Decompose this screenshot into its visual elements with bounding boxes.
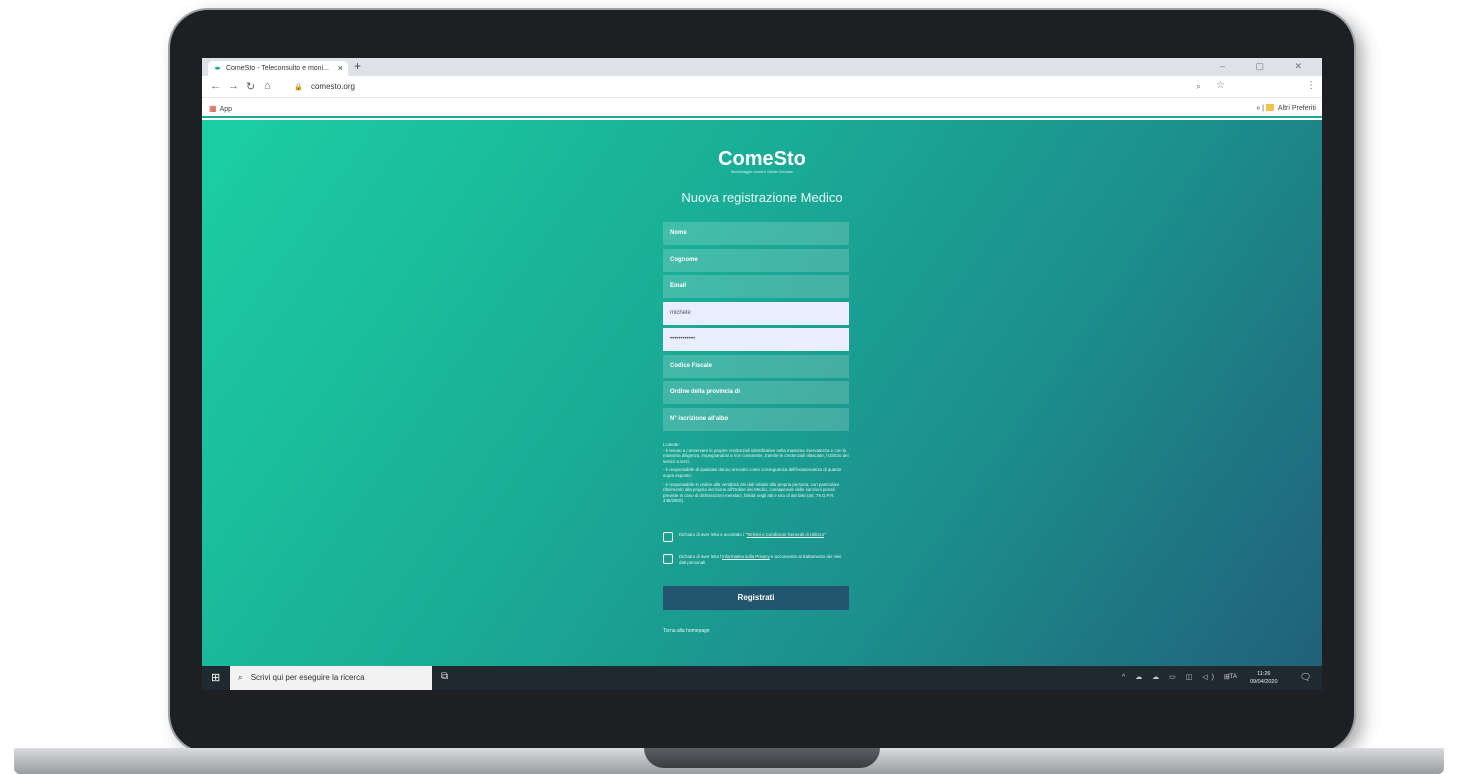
browser-tab[interactable]: ◂▸ ComeSto - Teleconsulto e moni... × xyxy=(208,61,348,76)
apps-icon: ▦ xyxy=(209,104,217,113)
logo-subtitle: Monitoraggio cronici e Salute Circolare xyxy=(731,170,793,174)
back-to-homepage-link[interactable]: Torna alla homepage xyxy=(663,628,710,634)
reload-icon[interactable]: ↻ xyxy=(246,80,255,93)
form-title: Nuova registrazione Medico xyxy=(681,190,843,205)
registration-page: ComeSto Monitoraggio cronici e Salute Ci… xyxy=(202,120,1322,666)
taskbar-clock[interactable]: 11:26 09/04/2020 xyxy=(1250,670,1278,686)
lock-icon: 🔒 xyxy=(294,84,303,91)
password-input[interactable]: •••••••••••• xyxy=(663,328,849,351)
clock-date: 09/04/2020 xyxy=(1250,679,1278,685)
terms-checkbox[interactable] xyxy=(663,532,673,542)
windows-start-icon[interactable]: ⊞ xyxy=(211,671,220,684)
window-controls[interactable]: – ▢ ✕ xyxy=(1220,61,1316,72)
privacy-link[interactable]: Informativa sulla Privacy xyxy=(722,554,770,559)
system-tray-icons[interactable]: ^ ☁ ☁ ▭ ◫ ◁) ⊞ xyxy=(1122,673,1234,681)
terms-link[interactable]: Termini e Condizioni Generali di Utilizz… xyxy=(747,532,824,537)
home-icon[interactable]: ⌂ xyxy=(264,80,271,92)
notice-paragraph: - è tenuto a conservare le proprie crede… xyxy=(663,447,849,464)
close-tab-icon[interactable]: × xyxy=(338,63,343,73)
bookmark-other-favorites[interactable]: » | Altri Preferiti xyxy=(1256,104,1316,112)
notification-icon[interactable]: 🗨 xyxy=(1300,672,1311,683)
language-indicator[interactable]: ITA xyxy=(1228,674,1237,680)
ordine-provincia-input[interactable]: Ordine della provincia di xyxy=(663,381,849,404)
iscrizione-albo-input[interactable]: N° iscrizione all'albo xyxy=(663,408,849,431)
notice-paragraph: - è responsabile in ordine alla veridici… xyxy=(663,481,840,504)
folder-icon xyxy=(1265,104,1274,111)
comesto-logo: ComeSto xyxy=(718,148,806,170)
menu-icon[interactable]: ⋮ xyxy=(1306,80,1316,91)
url-text: comesto.org xyxy=(310,82,355,91)
search-placeholder: Scrivi qui per eseguire la ricerca xyxy=(250,673,365,682)
favicon-icon: ◂▸ xyxy=(214,65,222,72)
bookmark-other-label: Altri Preferiti xyxy=(1277,105,1316,112)
bookmark-apps-label: App xyxy=(219,106,233,113)
browser-tab-bar: ◂▸ ComeSto - Teleconsulto e moni... × + … xyxy=(202,58,1322,76)
register-button[interactable]: Registrati xyxy=(663,586,849,610)
notice-paragraph: - è responsabile di qualsiasi danno arre… xyxy=(663,467,842,478)
privacy-consent-text: Dichiaro di aver letto l'Informativa sul… xyxy=(679,554,849,565)
taskbar-search-box[interactable]: ⌕ Scrivi qui per eseguire la ricerca xyxy=(230,666,432,690)
forward-icon[interactable]: → xyxy=(228,80,239,92)
task-view-icon[interactable]: ⧉ xyxy=(441,671,448,682)
terms-suffix: " xyxy=(824,532,826,537)
laptop-screen: ◂▸ ComeSto - Teleconsulto e moni... × + … xyxy=(202,58,1322,690)
privacy-prefix: Dichiaro di aver letto l' xyxy=(679,554,723,559)
bookmark-apps[interactable]: ▦ App xyxy=(209,104,232,113)
privacy-checkbox[interactable] xyxy=(663,554,673,564)
search-icon: ⌕ xyxy=(238,673,243,682)
codice-fiscale-input[interactable]: Codice Fiscale xyxy=(663,355,849,378)
user-obligations-notice: L'utente: - è tenuto a conservare le pro… xyxy=(663,442,849,507)
star-icon[interactable]: ☆ xyxy=(1216,80,1225,91)
clock-time: 11:26 xyxy=(1257,671,1271,677)
laptop-hinge-notch xyxy=(644,748,880,768)
new-tab-button[interactable]: + xyxy=(354,59,361,73)
zoom-icon[interactable]: ⌕ xyxy=(1196,81,1201,92)
bookmarks-overflow-icon[interactable]: » xyxy=(1256,105,1260,112)
browser-nav-bar: ← → ↻ ⌂ 🔒 comesto.org ⌕ ☆ ⋮ xyxy=(202,76,1322,98)
cognome-input[interactable]: Cognome xyxy=(663,249,849,272)
terms-prefix: Dichiaro di aver letto e accettato i " xyxy=(679,532,747,537)
email-input[interactable]: Email xyxy=(663,275,849,298)
bookmarks-bar: ▦ App » | Altri Preferiti xyxy=(202,98,1322,118)
tab-title: ComeSto - Teleconsulto e moni... xyxy=(225,65,329,72)
terms-consent-text: Dichiaro di aver letto e accettato i "Te… xyxy=(679,532,849,538)
address-bar[interactable]: 🔒 comesto.org xyxy=(294,79,1294,95)
back-icon[interactable]: ← xyxy=(210,80,221,92)
username-input[interactable]: michele xyxy=(663,302,849,325)
nome-input[interactable]: Nome xyxy=(663,222,849,245)
windows-taskbar: ⊞ ⌕ Scrivi qui per eseguire la ricerca ⧉… xyxy=(202,666,1322,690)
